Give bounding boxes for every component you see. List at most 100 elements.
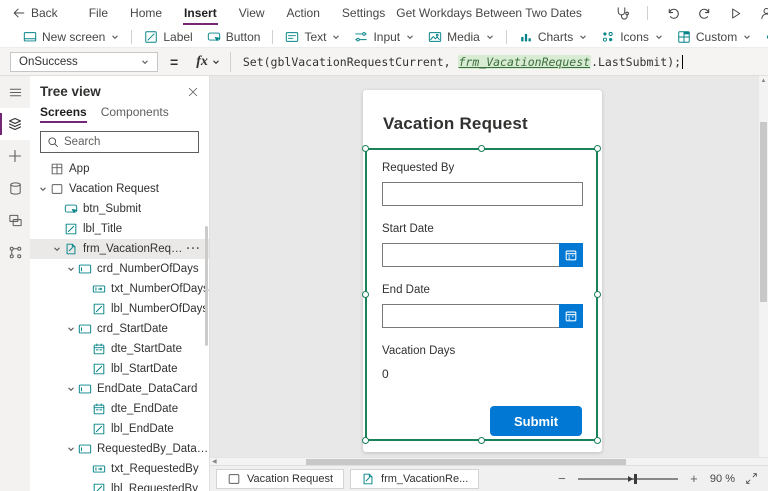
scrollbar-thumb[interactable] — [760, 122, 767, 302]
toolbar-media-control-button[interactable]: Media — [421, 26, 501, 48]
rail-media-screens-button[interactable] — [0, 204, 30, 236]
scroll-left-icon[interactable]: ◀ — [212, 458, 217, 465]
app-icon — [49, 162, 65, 176]
fit-to-window-icon[interactable] — [745, 472, 758, 485]
resize-handle[interactable] — [362, 145, 369, 152]
zoom-in-button[interactable]: + — [688, 471, 700, 486]
calendar-button[interactable] — [559, 304, 583, 328]
tree-item-txt_numberofdays[interactable]: txt_NumberOfDays — [30, 279, 209, 299]
screen-title-label[interactable]: Vacation Request — [363, 90, 602, 134]
toolbar-custom-button[interactable]: Custom — [670, 26, 758, 48]
tree-item-btn_submit[interactable]: btn_Submit — [30, 199, 209, 219]
chevron-down-icon[interactable] — [64, 385, 77, 393]
fx-button[interactable]: fx — [190, 52, 231, 72]
scrollbar-thumb[interactable] — [306, 459, 626, 465]
formula-input[interactable]: Set(gblVacationRequestCurrent, frm_Vacat… — [243, 55, 683, 69]
charts-icon — [519, 30, 533, 44]
back-label: Back — [31, 6, 58, 20]
resize-handle[interactable] — [478, 437, 485, 444]
scroll-up-icon[interactable]: ▲ — [759, 76, 768, 86]
toolbar-ai-builder-button[interactable]: AI Builder — [758, 26, 768, 48]
tree-item-txt_requestedby[interactable]: txt_RequestedBy — [30, 459, 209, 479]
toolbar-charts-button[interactable]: Charts — [512, 26, 594, 48]
resize-handle[interactable] — [594, 437, 601, 444]
chevron-down-icon[interactable] — [64, 265, 77, 273]
calendar-button[interactable] — [559, 243, 583, 267]
menu-file[interactable]: File — [78, 0, 119, 26]
chevron-down-icon[interactable] — [64, 325, 77, 333]
tree-item-vacation request[interactable]: Vacation Request — [30, 179, 209, 199]
menu-home[interactable]: Home — [119, 0, 173, 26]
rail-hamburger-button[interactable] — [0, 76, 30, 108]
canvas-vertical-scrollbar[interactable]: ▲ — [759, 76, 768, 457]
tab-components[interactable]: Components — [101, 105, 169, 123]
submit-button[interactable]: Submit — [490, 406, 582, 436]
tree-item-crd_numberofdays[interactable]: crd_NumberOfDays — [30, 259, 209, 279]
tree-item-dte_enddate[interactable]: dte_EndDate — [30, 399, 209, 419]
menu-settings[interactable]: Settings — [331, 0, 396, 26]
status-tab-form[interactable]: frm_VacationRe... — [350, 469, 479, 489]
resize-handle[interactable] — [594, 291, 601, 298]
menu-insert[interactable]: Insert — [173, 0, 228, 26]
chevron-down-icon[interactable] — [50, 245, 63, 253]
account-icon[interactable] — [759, 6, 768, 21]
play-icon[interactable] — [728, 6, 743, 21]
status-tab-screen[interactable]: Vacation Request — [216, 469, 344, 489]
tree-item-lbl_enddate[interactable]: lbl_EndDate — [30, 419, 209, 439]
menu-action[interactable]: Action — [276, 0, 331, 26]
zoom-slider[interactable] — [578, 478, 678, 480]
status-tab-label: frm_VacationRe... — [381, 473, 468, 485]
text-input[interactable] — [382, 182, 583, 206]
chevron-down-icon — [111, 33, 119, 41]
tree-scrollbar[interactable] — [205, 226, 208, 346]
resize-handle[interactable] — [594, 145, 601, 152]
chevron-down-icon[interactable] — [64, 445, 77, 453]
tree-item-lbl_title[interactable]: lbl_Title — [30, 219, 209, 239]
resize-handle[interactable] — [362, 291, 369, 298]
rail-insert-plus-button[interactable] — [0, 140, 30, 172]
zoom-slider-thumb[interactable] — [634, 474, 637, 484]
rail-data-sources-button[interactable] — [0, 172, 30, 204]
chevron-down-icon — [743, 33, 751, 41]
tree-item-lbl_requestedby[interactable]: lbl_RequestedBy — [30, 479, 209, 491]
toolbar-button-control-button[interactable]: Button — [200, 26, 268, 48]
tree-item-dte_startdate[interactable]: dte_StartDate — [30, 339, 209, 359]
toolbar-icons-button[interactable]: Icons — [594, 26, 670, 48]
toolbar-text-control-button[interactable]: Text — [278, 26, 347, 48]
toolbar-input-control-button[interactable]: Input — [347, 26, 421, 48]
tree-item-crd_startdate[interactable]: crd_StartDate — [30, 319, 209, 339]
tree-item-app[interactable]: App — [30, 159, 209, 179]
canvas-horizontal-scrollbar[interactable]: ◀ — [210, 457, 768, 465]
search-box[interactable] — [40, 131, 199, 153]
tree-item-requestedby_datacard[interactable]: RequestedBy_DataCard — [30, 439, 209, 459]
close-icon[interactable] — [187, 86, 199, 98]
chevron-down-icon[interactable] — [36, 185, 49, 193]
form-icon — [63, 242, 79, 256]
toolbar-label-control-button[interactable]: Label — [137, 26, 199, 48]
menu-view[interactable]: View — [228, 0, 276, 26]
search-input[interactable] — [64, 136, 192, 148]
tree-item-label: txt_RequestedBy — [111, 463, 199, 475]
property-selector[interactable]: OnSuccess — [10, 52, 158, 72]
selected-form[interactable]: Requested ByStart DateEnd DateVacation D… — [365, 148, 598, 441]
resize-handle[interactable] — [478, 145, 485, 152]
back-button[interactable]: Back — [12, 6, 58, 20]
undo-icon[interactable] — [666, 6, 681, 21]
redo-icon[interactable] — [697, 6, 712, 21]
app-checker-icon[interactable] — [614, 6, 629, 21]
tree-item-lbl_startdate[interactable]: lbl_StartDate — [30, 359, 209, 379]
date-input[interactable] — [382, 243, 583, 267]
date-input[interactable] — [382, 304, 583, 328]
rail-tree-view-button[interactable] — [0, 108, 30, 140]
tab-screens[interactable]: Screens — [40, 105, 87, 123]
design-canvas[interactable]: Vacation Request Requested ByStart DateE… — [210, 76, 768, 457]
panel-tabs: Screens Components — [30, 101, 209, 123]
tree-item-label: lbl_EndDate — [111, 423, 174, 435]
zoom-out-button[interactable]: − — [556, 471, 568, 486]
tree-item-enddate_datacard[interactable]: EndDate_DataCard — [30, 379, 209, 399]
tree-item-frm_vacationrequest[interactable]: frm_VacationRequest··· — [30, 239, 209, 259]
tree-item-lbl_numberofdays[interactable]: lbl_NumberOfDays — [30, 299, 209, 319]
resize-handle[interactable] — [362, 437, 369, 444]
rail-advanced-tools-button[interactable] — [0, 236, 30, 268]
toolbar-new-screen-button[interactable]: New screen — [16, 26, 126, 48]
